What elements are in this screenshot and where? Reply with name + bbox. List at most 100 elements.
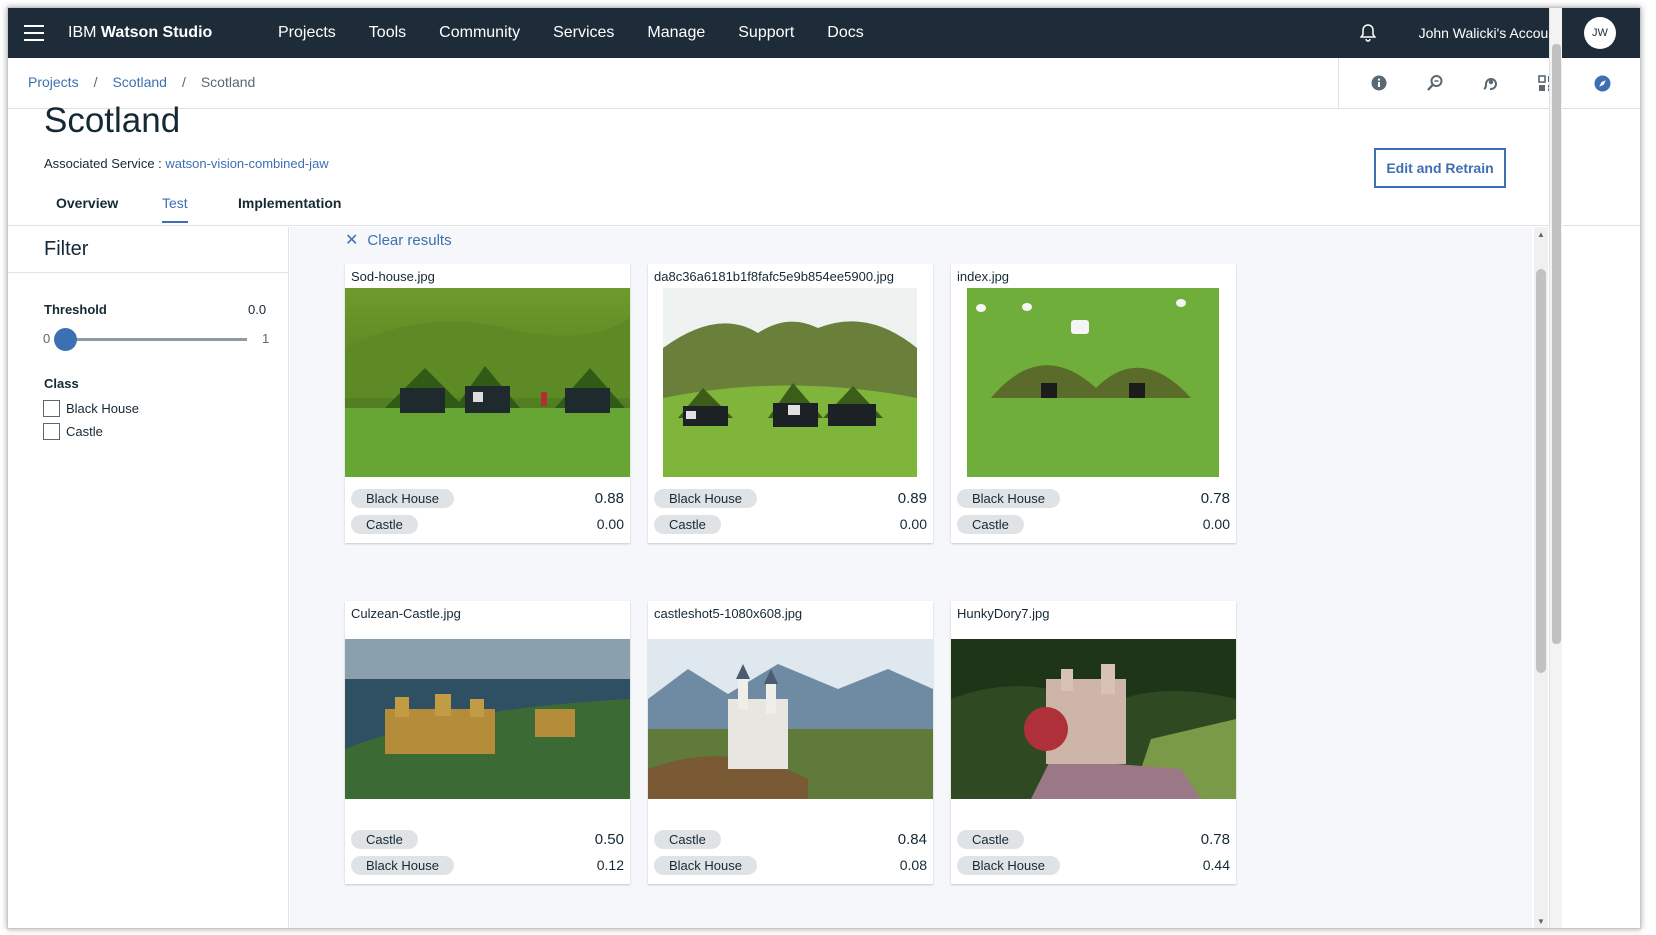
scroll-down-icon[interactable]: ▼	[1537, 917, 1545, 926]
class-checkbox-castle[interactable]: Castle	[43, 423, 103, 440]
checkbox[interactable]	[43, 423, 60, 440]
compass-icon[interactable]	[1592, 73, 1612, 93]
breadcrumb: Projects / Scotland / Scotland	[28, 74, 255, 90]
threshold-slider-handle[interactable]	[54, 328, 77, 351]
tab-test[interactable]: Test	[162, 195, 188, 223]
score-value: 0.84	[897, 830, 927, 848]
associated-service-label: Associated Service :	[44, 156, 162, 171]
score-row: Castle 0.78	[957, 826, 1230, 852]
breadcrumb-separator: /	[93, 74, 98, 90]
breadcrumb-project[interactable]: Scotland	[112, 74, 166, 90]
class-tag: Castle	[351, 829, 418, 849]
info-icon[interactable]	[1369, 73, 1389, 93]
brand-prefix: IBM	[68, 24, 97, 41]
score-list: Castle 0.84 Black House 0.08	[648, 818, 933, 884]
turf-houses-mountain-image	[648, 288, 933, 477]
associated-service-link[interactable]: watson-vision-combined-jaw	[165, 156, 328, 171]
score-value: 0.89	[897, 489, 927, 507]
hamburger-menu-icon[interactable]	[8, 8, 60, 58]
checkbox-label: Castle	[66, 424, 103, 439]
nav-link-services[interactable]: Services	[553, 24, 614, 42]
score-value: 0.88	[594, 489, 624, 507]
clear-results-label: Clear results	[367, 231, 452, 249]
result-card[interactable]: index.jpg Black House 0.78 Castle 0.00	[951, 264, 1236, 543]
breadcrumb-current: Scotland	[200, 74, 256, 90]
score-row: Castle 0.00	[351, 511, 624, 537]
class-tag: Castle	[654, 514, 721, 534]
score-value: 0.50	[594, 830, 624, 848]
result-image	[951, 625, 1236, 818]
nav-link-docs[interactable]: Docs	[827, 24, 863, 42]
nav-link-support[interactable]: Support	[738, 24, 794, 42]
nav-link-community[interactable]: Community	[439, 24, 520, 42]
threshold-label: Threshold	[44, 302, 107, 317]
account-name[interactable]: John Walicki's Account	[1419, 25, 1560, 41]
result-card[interactable]: Sod-house.jpg Black House 0.88 Castle 0.00	[345, 264, 630, 543]
breadcrumb-projects[interactable]: Projects	[28, 74, 79, 90]
results-panel: ✕ Clear results Sod-house.jpg Black Hous…	[290, 227, 1532, 928]
clear-results-button[interactable]: ✕ Clear results	[345, 230, 452, 250]
scrollbar-thumb[interactable]	[1536, 269, 1546, 673]
score-value: 0.00	[596, 516, 624, 532]
avatar[interactable]: JW	[1584, 17, 1616, 49]
class-tag: Black House	[654, 488, 757, 508]
brand-name: Watson Studio	[100, 24, 213, 41]
app-window: IBM Watson Studio Projects Tools Communi…	[7, 7, 1641, 929]
slider-min-label: 0	[43, 331, 51, 346]
edit-and-retrain-button[interactable]: Edit and Retrain	[1374, 148, 1506, 188]
results-scrollbar[interactable]: ▲ ▼	[1534, 227, 1548, 928]
tab-overview[interactable]: Overview	[56, 195, 118, 221]
sod-houses-image	[345, 288, 630, 477]
nav-right: John Walicki's Account JW	[1357, 8, 1640, 58]
result-card[interactable]: da8c36a6181b1f8fafc5e9b854ee5900.jpg Bla…	[648, 264, 933, 543]
class-tag: Castle	[654, 829, 721, 849]
page-scrollbar-thumb[interactable]	[1552, 44, 1561, 644]
close-icon: ✕	[345, 232, 359, 249]
nav-link-projects[interactable]: Projects	[278, 24, 336, 42]
score-row: Black House 0.88	[351, 485, 624, 511]
score-row: Black House 0.12	[351, 852, 624, 878]
score-row: Castle 0.50	[351, 826, 624, 852]
brand[interactable]: IBM Watson Studio	[68, 24, 278, 42]
breadcrumb-separator: /	[181, 74, 186, 90]
project-toolbar	[1338, 58, 1640, 108]
checkbox[interactable]	[43, 400, 60, 417]
top-nav: IBM Watson Studio Projects Tools Communi…	[8, 8, 1640, 58]
threshold-value: 0.0	[248, 302, 267, 317]
result-card[interactable]: Culzean-Castle.jpg Castle 0.50 Black Hous…	[345, 601, 630, 884]
score-value: 0.00	[1202, 516, 1230, 532]
find-data-icon[interactable]	[1425, 73, 1445, 93]
community-icon[interactable]	[1480, 73, 1500, 93]
page-scrollbar[interactable]	[1549, 8, 1562, 928]
score-value: 0.78	[1200, 489, 1230, 507]
class-tag: Black House	[957, 855, 1060, 875]
score-row: Black House 0.89	[654, 485, 927, 511]
result-filename: da8c36a6181b1f8fafc5e9b854ee5900.jpg	[654, 269, 895, 284]
notification-bell-icon[interactable]	[1357, 22, 1379, 44]
nav-link-manage[interactable]: Manage	[647, 24, 705, 42]
score-list: Castle 0.50 Black House 0.12	[345, 818, 630, 884]
nav-link-tools[interactable]: Tools	[369, 24, 406, 42]
result-image	[648, 288, 933, 477]
result-card[interactable]: castleshot5-1080x608.jpg Castle 0.84 Blac…	[648, 601, 933, 884]
score-value: 0.12	[596, 857, 624, 873]
threshold-slider-track[interactable]	[64, 338, 247, 341]
score-row: Castle 0.00	[654, 511, 927, 537]
mountain-castle-image	[648, 639, 933, 799]
score-row: Castle 0.84	[654, 826, 927, 852]
filter-divider	[8, 272, 289, 273]
nav-links: Projects Tools Community Services Manage…	[278, 24, 897, 42]
class-checkbox-black-house[interactable]: Black House	[43, 400, 139, 417]
coastal-castle-image	[345, 639, 630, 799]
score-row: Castle 0.00	[957, 511, 1230, 537]
result-filename: HunkyDory7.jpg	[957, 606, 1050, 621]
class-tag: Black House	[957, 488, 1060, 508]
score-list: Black House 0.89 Castle 0.00	[648, 477, 933, 543]
score-row: Black House 0.78	[957, 485, 1230, 511]
tab-implementation[interactable]: Implementation	[238, 195, 341, 221]
checkbox-label: Black House	[66, 401, 139, 416]
score-row: Black House 0.08	[654, 852, 927, 878]
result-card[interactable]: HunkyDory7.jpg Castle 0.78 Black House 0.4…	[951, 601, 1236, 884]
scroll-up-icon[interactable]: ▲	[1537, 230, 1545, 239]
score-list: Black House 0.88 Castle 0.00	[345, 477, 630, 543]
